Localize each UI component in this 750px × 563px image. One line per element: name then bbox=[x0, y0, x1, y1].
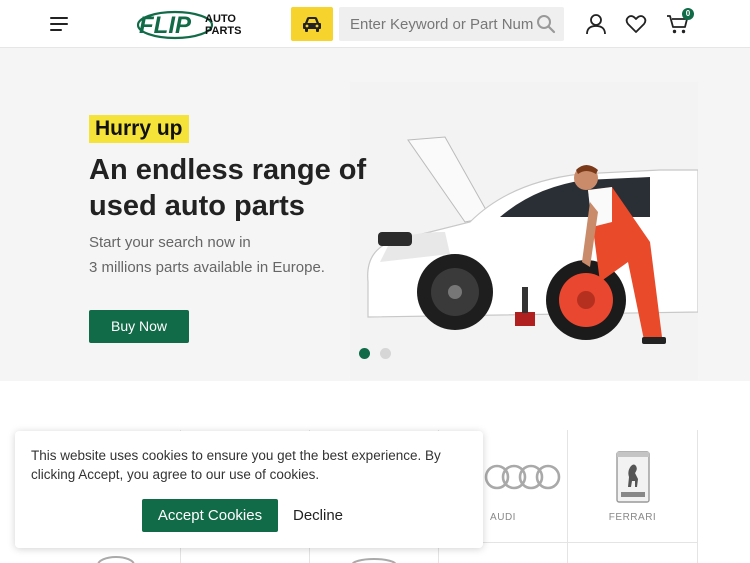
brand-tile-ferrari[interactable]: FERRARI bbox=[568, 430, 698, 543]
ferrari-logo-icon bbox=[616, 451, 650, 503]
flip-auto-parts-logo[interactable]: FLIP AUTO PARTS bbox=[137, 8, 252, 40]
brand-logo-icon bbox=[351, 558, 397, 563]
accept-cookies-button[interactable]: Accept Cookies bbox=[142, 499, 278, 532]
carousel-dot-active[interactable] bbox=[359, 348, 370, 359]
brand-logo-icon bbox=[97, 556, 135, 563]
buy-now-button[interactable]: Buy Now bbox=[89, 310, 189, 343]
logo-word-auto: AUTO bbox=[205, 13, 236, 25]
search-input[interactable] bbox=[339, 7, 534, 41]
cookie-consent-banner: This website uses cookies to ensure you … bbox=[15, 431, 483, 548]
cookie-message: This website uses cookies to ensure you … bbox=[31, 448, 441, 482]
hero-subtitle-line2: 3 millions parts available in Europe. bbox=[89, 259, 325, 276]
heart-icon[interactable] bbox=[625, 13, 647, 35]
search-bar bbox=[339, 7, 564, 41]
menu-icon[interactable] bbox=[50, 14, 70, 34]
brand-name: FERRARI bbox=[608, 512, 657, 523]
brand-tile[interactable] bbox=[568, 543, 698, 563]
logo-word-flip: FLIP bbox=[139, 12, 192, 39]
carousel-dot[interactable] bbox=[380, 348, 391, 359]
decline-cookies-button[interactable]: Decline bbox=[287, 499, 349, 532]
car-icon bbox=[303, 17, 321, 32]
hero-badge: Hurry up bbox=[89, 115, 189, 143]
cart-count-badge: 0 bbox=[682, 8, 694, 20]
user-icon[interactable] bbox=[585, 13, 607, 35]
logo-word-parts: PARTS bbox=[205, 25, 241, 37]
search-icon[interactable] bbox=[536, 14, 556, 34]
hero-image-mechanic-with-car bbox=[350, 82, 698, 380]
hero-subtitle-line1: Start your search now in bbox=[89, 234, 251, 251]
vehicle-select-button[interactable] bbox=[291, 7, 333, 41]
hero-title: An endless range of used auto parts bbox=[89, 154, 367, 222]
site-header: FLIP AUTO PARTS 0 bbox=[0, 0, 750, 48]
